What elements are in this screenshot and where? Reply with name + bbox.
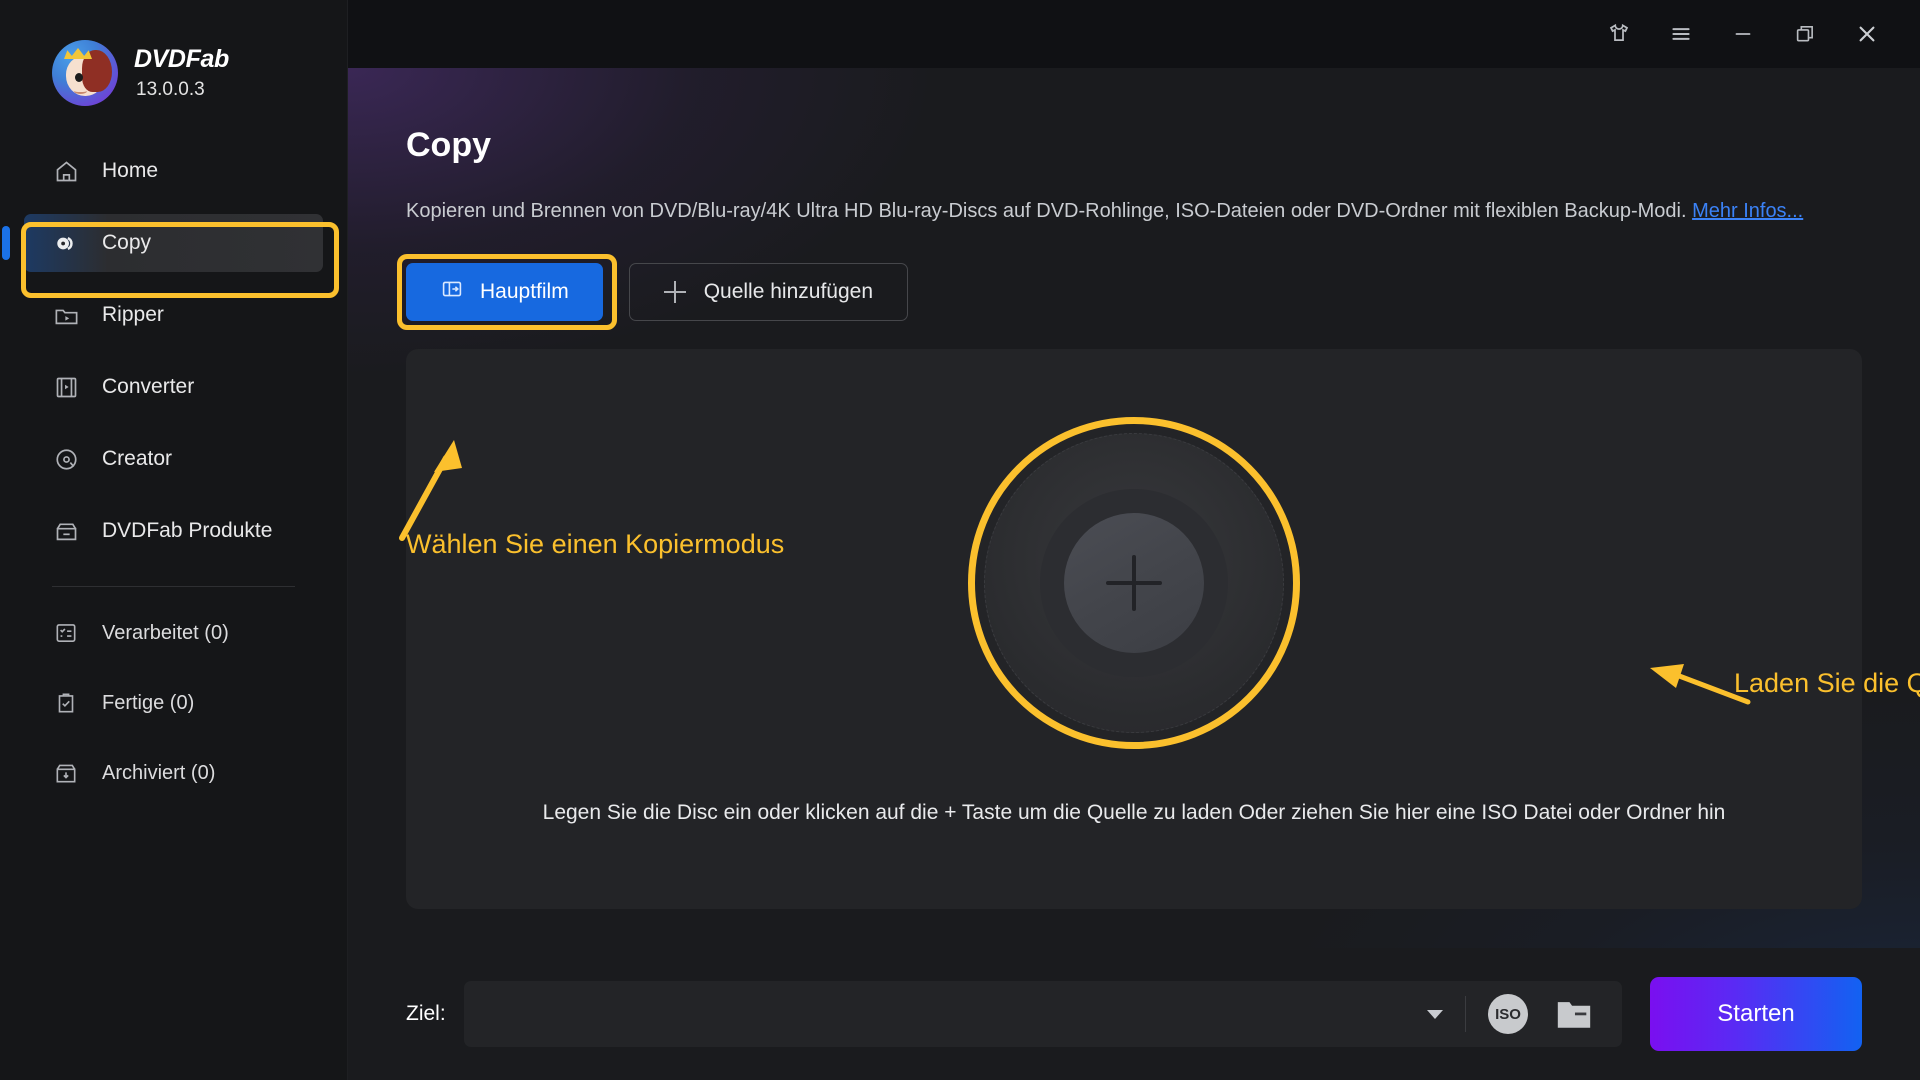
sidebar-item-copy[interactable]: Copy	[2, 214, 323, 272]
clipboard-check-icon	[52, 689, 80, 717]
sidebar-item-label: Archiviert (0)	[102, 761, 216, 784]
disc-placeholder	[984, 432, 1284, 733]
drop-hint-text: Legen Sie die Disc ein oder klicken auf …	[542, 800, 1726, 824]
tshirt-icon[interactable]	[1588, 0, 1650, 68]
sidebar-item-dvdfab-produkte[interactable]: DVDFab Produkte	[24, 502, 323, 560]
archive-box-icon	[52, 759, 80, 787]
destination-field[interactable]: ISO	[463, 981, 1622, 1047]
minimize-icon[interactable]	[1712, 0, 1774, 68]
app-version: 13.0.0.3	[136, 79, 205, 100]
sidebar-item-creator[interactable]: Creator	[24, 430, 323, 488]
copy-mode-button[interactable]: Hauptfilm	[406, 262, 603, 321]
box-icon	[52, 517, 80, 545]
app-window: DVDFab 13.0.0.3 Home Copy Ripper Convert…	[0, 0, 1920, 1080]
source-drop-panel[interactable]: Legen Sie die Disc ein oder klicken auf …	[406, 348, 1862, 909]
hamburger-menu-icon[interactable]	[1650, 0, 1712, 68]
restore-window-icon[interactable]	[1774, 0, 1836, 68]
destination-bar: Ziel: ISO Starten	[348, 948, 1920, 1080]
primary-nav: Home Copy Ripper Converter Creator DVDFa…	[0, 142, 347, 801]
dvdfab-logo-icon	[52, 40, 118, 106]
sidebar-item-home[interactable]: Home	[24, 142, 323, 200]
start-button[interactable]: Starten	[1650, 977, 1862, 1051]
sidebar-item-archiviert[interactable]: Archiviert (0)	[24, 745, 323, 801]
sidebar-item-label: Home	[102, 159, 159, 182]
page-title: Copy	[406, 126, 491, 164]
copy-mode-icon	[440, 277, 464, 307]
sidebar-item-label: Verarbeitet (0)	[102, 621, 229, 644]
add-source-label: Quelle hinzufügen	[703, 279, 873, 303]
brand-name: DVDFab	[134, 45, 229, 73]
destination-input[interactable]	[483, 1003, 1419, 1025]
sidebar-item-label: DVDFab Produkte	[102, 519, 273, 542]
destination-label: Ziel:	[406, 1002, 446, 1025]
add-source-button[interactable]: Quelle hinzufügen	[628, 262, 908, 321]
sidebar-item-fertige[interactable]: Fertige (0)	[24, 675, 323, 731]
disc-creator-icon	[52, 445, 80, 473]
folder-icon[interactable]	[1554, 997, 1594, 1031]
sidebar-item-label: Creator	[102, 447, 173, 470]
brand-block: DVDFab 13.0.0.3	[0, 0, 347, 106]
main-area: Copy Kopieren und Brennen von DVD/Blu-ra…	[348, 0, 1920, 1080]
sidebar-item-verarbeitet[interactable]: Verarbeitet (0)	[24, 605, 323, 661]
plus-icon	[663, 280, 686, 303]
more-info-link[interactable]: Mehr Infos...	[1692, 200, 1803, 222]
add-source-disc-button[interactable]	[1064, 512, 1204, 653]
close-icon[interactable]	[1836, 0, 1898, 68]
copy-mode-label: Hauptfilm	[480, 279, 569, 303]
folder-play-icon	[52, 301, 80, 329]
task-list-icon	[52, 619, 80, 647]
sidebar-item-label: Ripper	[102, 303, 164, 326]
mode-toolbar: Hauptfilm Quelle hinzufügen	[397, 253, 1862, 330]
sidebar-item-label: Copy	[102, 231, 152, 254]
page-description-text: Kopieren und Brennen von DVD/Blu-ray/4K …	[406, 200, 1693, 222]
page-content: Copy Kopieren und Brennen von DVD/Blu-ra…	[348, 68, 1920, 948]
page-description: Kopieren und Brennen von DVD/Blu-ray/4K …	[406, 197, 1806, 227]
chevron-down-icon[interactable]	[1427, 1009, 1443, 1019]
divider	[1465, 996, 1466, 1032]
disc-copy-icon	[52, 229, 80, 257]
sidebar: DVDFab 13.0.0.3 Home Copy Ripper Convert…	[0, 0, 348, 1080]
sidebar-item-ripper[interactable]: Ripper	[24, 286, 323, 344]
plus-icon	[1106, 554, 1162, 611]
sidebar-item-converter[interactable]: Converter	[24, 358, 323, 416]
sidebar-divider	[52, 586, 295, 587]
sidebar-item-label: Converter	[102, 375, 195, 398]
sidebar-item-label: Fertige (0)	[102, 691, 195, 714]
iso-output-button[interactable]: ISO	[1488, 994, 1528, 1034]
home-icon	[52, 157, 80, 185]
window-titlebar	[348, 0, 1920, 68]
film-strip-icon	[52, 373, 80, 401]
